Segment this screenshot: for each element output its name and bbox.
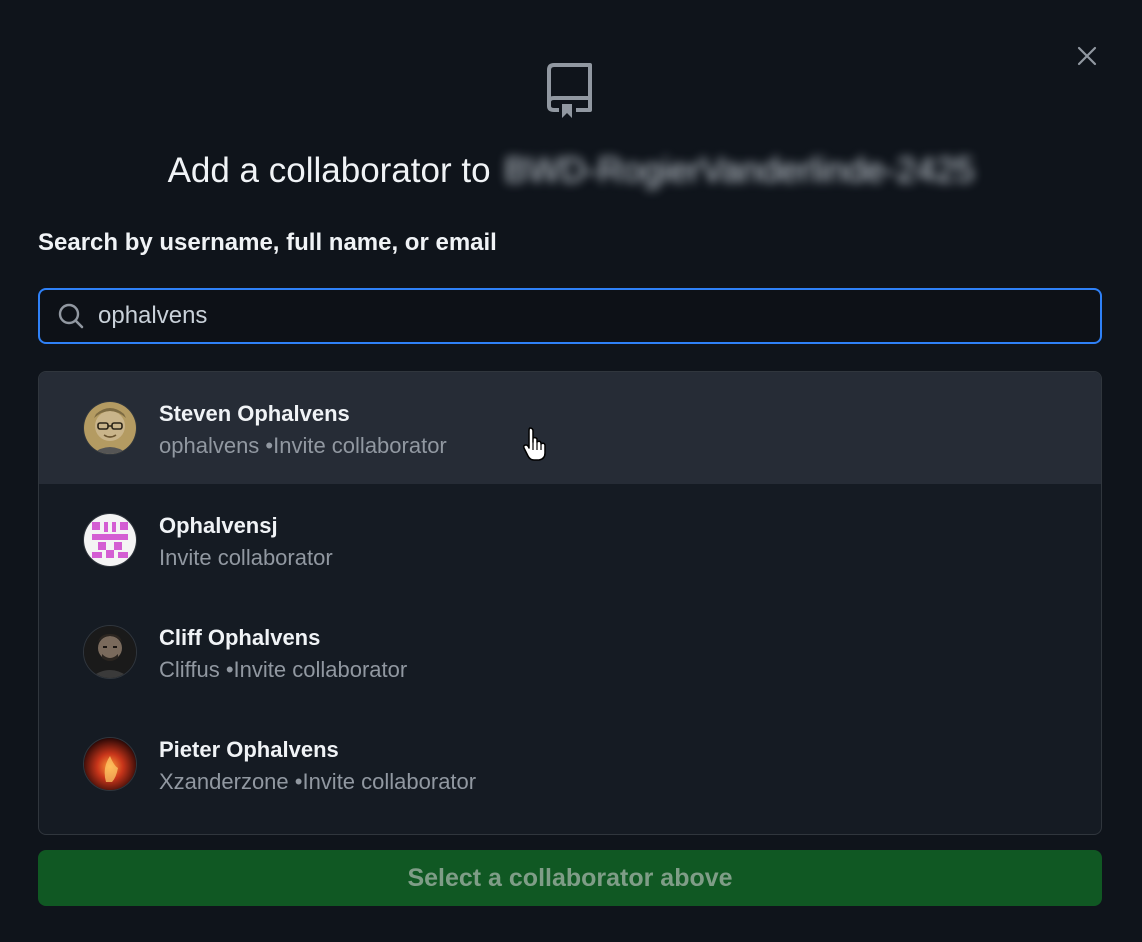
repo-icon bbox=[547, 63, 592, 118]
close-button[interactable] bbox=[1068, 40, 1106, 72]
avatar bbox=[83, 513, 137, 567]
repo-name: BWD-RogierVanderlinde-2425 bbox=[504, 151, 975, 190]
result-subtitle: Cliffus •Invite collaborator bbox=[159, 657, 408, 682]
result-name: Cliff Ophalvens bbox=[159, 625, 321, 650]
close-icon bbox=[1077, 46, 1097, 66]
search-box[interactable] bbox=[38, 288, 1102, 344]
avatar bbox=[83, 737, 137, 791]
result-subtitle: Xzanderzone •Invite collaborator bbox=[159, 769, 477, 794]
result-text: Pieter Ophalvens Xzanderzone •Invite col… bbox=[159, 736, 476, 798]
results-list: Steven Ophalvens ophalvens •Invite colla… bbox=[38, 371, 1102, 835]
result-name: Steven Ophalvens bbox=[159, 401, 350, 426]
result-item-pieter-ophalvens[interactable]: Pieter Ophalvens Xzanderzone •Invite col… bbox=[39, 708, 1101, 820]
select-collaborator-button[interactable]: Select a collaborator above bbox=[38, 850, 1102, 906]
avatar bbox=[83, 625, 137, 679]
add-collaborator-dialog: Add a collaborator to BWD-RogierVanderli… bbox=[0, 0, 1142, 942]
result-name: Pieter Ophalvens bbox=[159, 737, 339, 762]
result-item-ophalvensj[interactable]: Ophalvensj Invite collaborator bbox=[39, 484, 1101, 596]
result-name: Ophalvensj bbox=[159, 513, 278, 538]
dialog-title: Add a collaborator to BWD-RogierVanderli… bbox=[0, 148, 1142, 194]
result-subtitle: ophalvens •Invite collaborator bbox=[159, 433, 447, 458]
avatar bbox=[83, 401, 137, 455]
title-prefix: Add a collaborator to bbox=[167, 151, 491, 190]
result-text: Ophalvensj Invite collaborator bbox=[159, 512, 333, 574]
result-subtitle: Invite collaborator bbox=[159, 545, 333, 570]
result-text: Steven Ophalvens ophalvens •Invite colla… bbox=[159, 400, 447, 462]
search-label: Search by username, full name, or email bbox=[38, 229, 497, 256]
search-input[interactable] bbox=[98, 296, 1058, 336]
search-icon bbox=[56, 301, 86, 331]
result-item-cliff-ophalvens[interactable]: Cliff Ophalvens Cliffus •Invite collabor… bbox=[39, 596, 1101, 708]
result-text: Cliff Ophalvens Cliffus •Invite collabor… bbox=[159, 624, 407, 686]
result-item-steven-ophalvens[interactable]: Steven Ophalvens ophalvens •Invite colla… bbox=[39, 372, 1101, 484]
